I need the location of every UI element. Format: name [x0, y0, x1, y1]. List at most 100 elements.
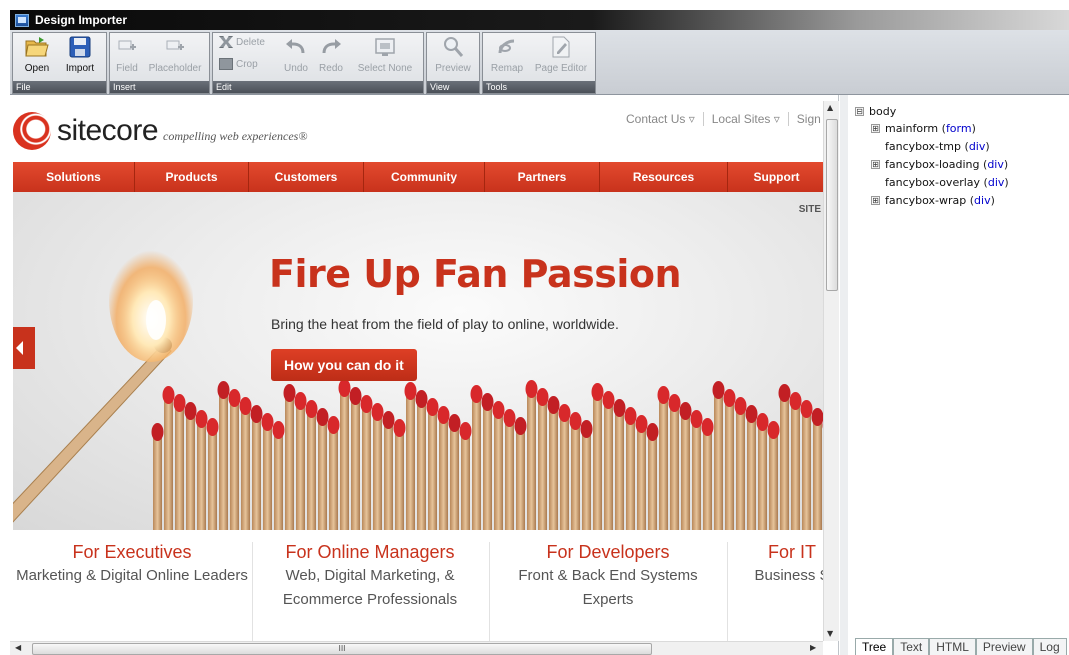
open-folder-icon — [24, 35, 50, 59]
page-editor-button[interactable]: Page Editor — [531, 35, 591, 79]
scroll-right-arrow-icon[interactable]: ▶ — [810, 643, 816, 652]
logo-text: sitecore — [57, 114, 159, 147]
window-titlebar: Design Importer — [10, 10, 1069, 30]
expand-icon[interactable]: ⊞ — [871, 124, 880, 133]
panel-tabs: Tree Text HTML Preview Log — [855, 638, 1067, 655]
open-label: Open — [24, 63, 50, 74]
select-none-label: Select None — [357, 63, 413, 74]
tab-tree[interactable]: Tree — [855, 638, 894, 655]
redo-label: Redo — [319, 63, 343, 74]
tab-log[interactable]: Log — [1032, 638, 1067, 655]
open-button[interactable]: Open — [17, 35, 57, 79]
delete-label: Delete — [236, 36, 265, 48]
scroll-grip: III — [338, 644, 346, 653]
remap-button[interactable]: Remap — [487, 35, 527, 79]
placeholder-label: Placeholder — [148, 63, 202, 74]
scroll-left-arrow-icon[interactable]: ◀ — [15, 643, 21, 652]
hero-banner: SITE Fire Up Fan Passion Bring the heat … — [13, 192, 825, 530]
crop-icon — [219, 58, 233, 70]
hero-title: Fire Up Fan Passion — [269, 252, 682, 296]
delete-button[interactable]: Delete — [219, 36, 265, 48]
vertical-scroll-thumb[interactable] — [826, 119, 838, 291]
preview-vertical-scrollbar[interactable]: ▲ ▼ — [823, 101, 839, 641]
delete-icon — [219, 36, 233, 48]
preview-horizontal-scrollbar[interactable]: ◀ III ▶ — [10, 641, 823, 655]
import-label: Import — [65, 63, 95, 74]
magnifier-icon — [440, 35, 466, 59]
logo-tagline: compelling web experiences® — [163, 128, 308, 143]
tree-node-fancybox-loading[interactable]: ⊞ fancybox-loading (div) — [871, 158, 1008, 171]
nav-partners[interactable]: Partners — [485, 162, 600, 192]
tree-node-name: mainform — [885, 122, 939, 135]
nav-customers[interactable]: Customers — [249, 162, 364, 192]
tree-node-tag: div — [968, 140, 986, 153]
sitecore-logo-mark-icon — [13, 112, 51, 150]
undo-button[interactable]: Undo — [281, 35, 311, 79]
ribbon-group-tools: Remap Page Editor Tools — [482, 32, 596, 94]
tab-html[interactable]: HTML — [929, 638, 976, 655]
page-editor-label: Page Editor — [534, 63, 588, 74]
horizontal-scroll-thumb[interactable]: III — [32, 643, 652, 655]
tree-node-fancybox-overlay[interactable]: fancybox-overlay (div) — [885, 176, 1009, 189]
ribbon-group-edit: Delete Crop Undo Redo Select None Edit — [212, 32, 424, 94]
placeholder-button[interactable]: Placeholder — [145, 35, 205, 79]
hero-subtitle: Bring the heat from the field of play to… — [271, 316, 619, 332]
utility-link-local-sites[interactable]: Local Sites ▿ — [704, 112, 789, 126]
remap-label: Remap — [490, 63, 524, 74]
tree-node-name: fancybox-wrap — [885, 194, 967, 207]
site-side-label: SITE — [798, 204, 821, 215]
audience-executives[interactable]: For Executives Marketing & Digital Onlin… — [13, 542, 251, 587]
nav-products[interactable]: Products — [135, 162, 249, 192]
nav-resources[interactable]: Resources — [600, 162, 728, 192]
design-preview-pane[interactable]: sitecore compelling web experiences® Con… — [10, 95, 839, 655]
tree-node-name: fancybox-loading — [885, 158, 980, 171]
tree-node-tag: form — [945, 122, 972, 135]
audience-online-managers[interactable]: For Online Managers Web, Digital Marketi… — [251, 542, 489, 611]
nav-community[interactable]: Community — [364, 162, 485, 192]
audience-developers[interactable]: For Developers Front & Back End Systems … — [489, 542, 727, 611]
audience-heading: For Online Managers — [285, 542, 455, 562]
expand-icon[interactable]: ⊞ — [871, 196, 880, 205]
tree-node-name: body — [869, 105, 897, 118]
utility-nav: Contact Us ▿ Local Sites ▿ Sign — [618, 112, 829, 126]
tree-node-tag: div — [987, 158, 1004, 171]
field-button[interactable]: Field — [112, 35, 142, 79]
tree-node-mainform[interactable]: ⊞ mainform (form) — [871, 122, 976, 135]
tab-text[interactable]: Text — [893, 638, 930, 655]
import-button[interactable]: Import — [59, 35, 101, 79]
tree-node-name: fancybox-overlay — [885, 176, 981, 189]
select-none-button[interactable]: Select None — [353, 35, 417, 79]
crop-button[interactable]: Crop — [219, 58, 258, 70]
tree-node-body[interactable]: ⊟ body — [855, 105, 896, 118]
design-importer-app-icon — [15, 13, 29, 27]
hero-matches-image — [13, 238, 825, 530]
hero-prev-arrow-icon[interactable] — [13, 327, 35, 369]
panel-splitter[interactable] — [840, 95, 848, 655]
nav-solutions[interactable]: Solutions — [13, 162, 135, 192]
ribbon-group-label-view: View — [427, 81, 479, 93]
ribbon-group-label-edit: Edit — [213, 81, 423, 93]
redo-button[interactable]: Redo — [316, 35, 346, 79]
utility-link-contact-us[interactable]: Contact Us ▿ — [618, 112, 704, 126]
preview-button[interactable]: Preview — [431, 35, 475, 79]
main-nav: Solutions Products Customers Community P… — [13, 162, 825, 192]
tree-node-tag: div — [987, 176, 1005, 189]
hero-cta-button[interactable]: How you can do it — [271, 349, 417, 381]
insert-placeholder-icon — [162, 35, 188, 59]
audience-desc-line: Experts — [582, 591, 634, 608]
sitecore-logo[interactable]: sitecore compelling web experiences® — [13, 112, 307, 150]
nav-support[interactable]: Support — [728, 162, 825, 192]
page-editor-icon — [548, 35, 574, 59]
ribbon-toolbar: Open Import File Field Placeholder Inser… — [10, 30, 1069, 95]
scroll-up-arrow-icon[interactable]: ▲ — [827, 103, 833, 112]
tree-node-fancybox-tmp[interactable]: fancybox-tmp (div) — [885, 140, 990, 153]
audience-desc-line: Front & Back End Systems — [518, 567, 698, 584]
scroll-down-arrow-icon[interactable]: ▼ — [827, 629, 833, 638]
window-title: Design Importer — [35, 13, 128, 27]
tree-node-fancybox-wrap[interactable]: ⊞ fancybox-wrap (div) — [871, 194, 995, 207]
tab-preview[interactable]: Preview — [975, 638, 1033, 655]
redo-icon — [318, 35, 344, 59]
collapse-icon[interactable]: ⊟ — [855, 107, 864, 116]
ribbon-group-label-insert: Insert — [110, 81, 209, 93]
expand-icon[interactable]: ⊞ — [871, 160, 880, 169]
